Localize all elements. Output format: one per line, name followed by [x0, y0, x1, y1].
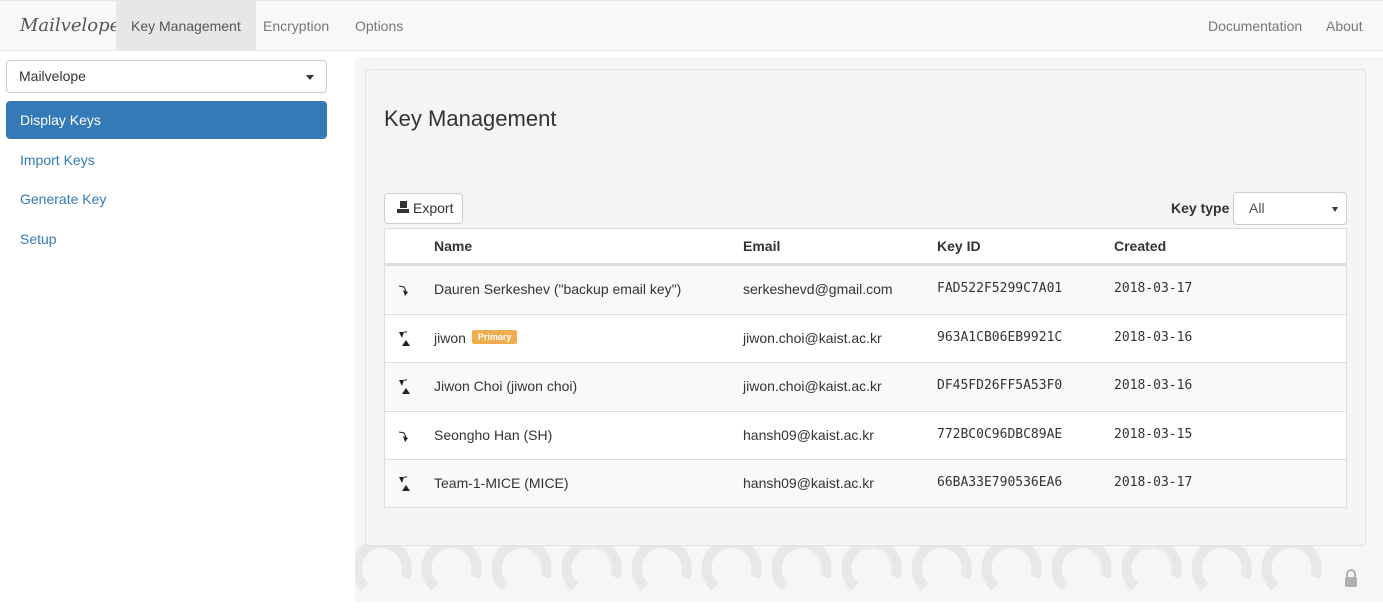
nav-documentation[interactable]: Documentation [1193, 1, 1317, 51]
keypair-icon [399, 476, 410, 491]
column-name[interactable]: Name [434, 238, 472, 254]
public-key-icon [398, 285, 408, 296]
key-created: 2018-03-17 [1114, 281, 1193, 296]
brand-logo[interactable]: Mailvelope [20, 15, 120, 36]
export-label: Export [413, 200, 454, 216]
sidebar-item-display-keys[interactable]: Display Keys [6, 101, 327, 139]
key-id: DF45FD26FF5A53F0 [937, 378, 1063, 393]
primary-badge: Primary [471, 330, 518, 345]
sidebar-item-setup[interactable]: Setup [6, 220, 327, 258]
key-type-label: Key type [1171, 200, 1230, 216]
nav-about[interactable]: About [1311, 1, 1378, 51]
keyring-select[interactable]: Mailvelope [6, 60, 327, 93]
key-name: jiwon Primary [434, 330, 518, 346]
sidebar-item-import-keys[interactable]: Import Keys [6, 141, 327, 179]
key-name: Dauren Serkeshev ("backup email key") [434, 281, 682, 297]
nav-encryption[interactable]: Encryption [248, 1, 344, 51]
table-row[interactable]: Jiwon Choi (jiwon choi) jiwon.choi@kaist.… [385, 362, 1346, 410]
keypair-icon [399, 379, 410, 394]
export-button[interactable]: Export [384, 193, 463, 224]
page-title: Key Management [384, 106, 557, 131]
key-name: Team-1-MICE (MICE) [434, 475, 569, 491]
keys-table: Name Email Key ID Created Dauren Serkesh… [384, 228, 1347, 508]
key-email: serkeshevd@gmail.com [743, 281, 893, 297]
key-created: 2018-03-16 [1114, 330, 1193, 345]
public-key-icon [398, 431, 408, 442]
key-type-select[interactable]: All [1233, 192, 1347, 225]
keyring-select-value: Mailvelope [19, 68, 86, 84]
nav-key-management[interactable]: Key Management [116, 1, 256, 51]
key-id: FAD522F5299C7A01 [937, 281, 1063, 296]
sidebar-item-generate-key[interactable]: Generate Key [6, 180, 327, 218]
key-name: Jiwon Choi (jiwon choi) [434, 378, 578, 394]
table-row[interactable]: Dauren Serkeshev ("backup email key") ser… [385, 265, 1346, 313]
column-created[interactable]: Created [1114, 238, 1166, 254]
table-header: Name Email Key ID Created [385, 229, 1346, 265]
key-id: 66BA33E790536EA6 [937, 475, 1063, 490]
key-created: 2018-03-16 [1114, 378, 1193, 393]
column-email[interactable]: Email [743, 238, 780, 254]
key-name: Seongho Han (SH) [434, 427, 553, 443]
top-navbar: Mailvelope Key Management Encryption Opt… [0, 0, 1383, 51]
table-row[interactable]: Seongho Han (SH) hansh09@kaist.ac.kr 772BC… [385, 411, 1346, 459]
lock-icon [1345, 569, 1357, 587]
caret-down-icon [306, 75, 314, 80]
column-key-id[interactable]: Key ID [937, 238, 981, 254]
key-id: 772BC0C96DBC89AE [937, 427, 1063, 442]
key-email: jiwon.choi@kaist.ac.kr [743, 378, 882, 394]
key-email: hansh09@kaist.ac.kr [743, 427, 874, 443]
key-id: 963A1CB06EB9921C [937, 330, 1063, 345]
table-row[interactable]: jiwon Primary jiwon.choi@kaist.ac.kr 963A1C… [385, 314, 1346, 362]
export-icon [397, 201, 409, 214]
nav-options[interactable]: Options [340, 1, 418, 51]
sidebar: Mailvelope Display Keys Import Keys Gene… [0, 51, 345, 609]
key-email: hansh09@kaist.ac.kr [743, 475, 874, 491]
table-row[interactable]: Team-1-MICE (MICE) hansh09@kaist.ac.kr 66B… [385, 459, 1346, 507]
key-type-value: All [1249, 200, 1265, 216]
caret-down-icon [1332, 207, 1338, 212]
key-created: 2018-03-17 [1114, 475, 1193, 490]
key-created: 2018-03-15 [1114, 427, 1193, 442]
keypair-icon [399, 331, 410, 346]
key-email: jiwon.choi@kaist.ac.kr [743, 330, 882, 346]
